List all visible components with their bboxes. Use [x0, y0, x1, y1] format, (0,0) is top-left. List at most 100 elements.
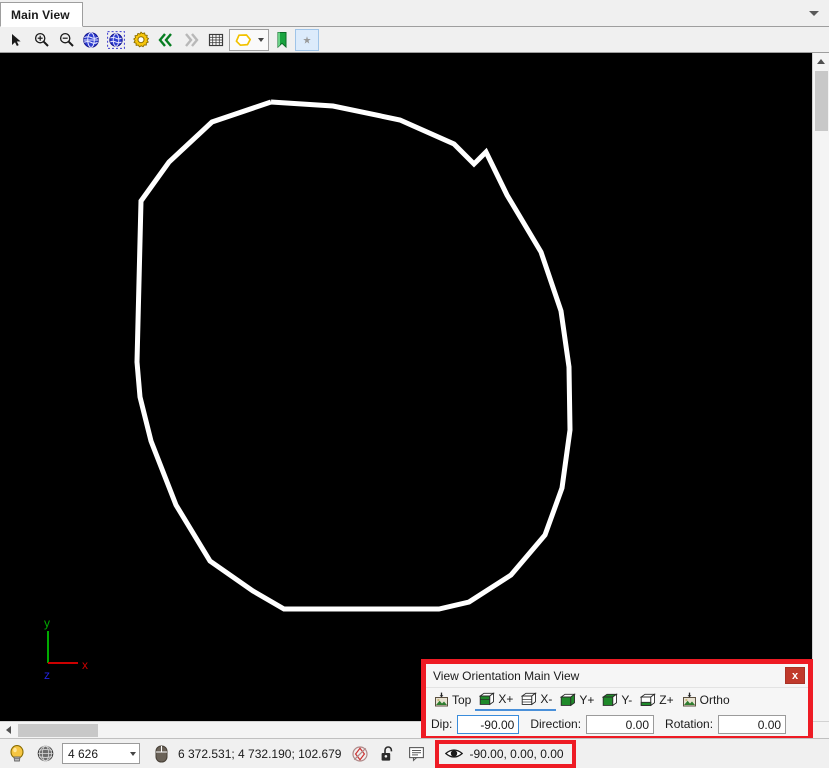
grid-tool[interactable]	[204, 29, 228, 51]
eye-icon	[445, 749, 464, 758]
horizontal-scroll-thumb[interactable]	[18, 723, 98, 737]
view-xminus-button[interactable]: X-	[517, 688, 557, 711]
3d-viewport[interactable]: y x z	[0, 53, 812, 721]
zoom-selection-tool[interactable]	[104, 29, 128, 51]
cube-yminus-icon	[602, 692, 619, 706]
message-log-button[interactable]	[403, 742, 429, 766]
view-xplus-label: X+	[498, 691, 514, 706]
vertical-scrollbar[interactable]	[812, 53, 829, 721]
star-tool[interactable]	[295, 28, 319, 51]
orientation-readout: -90.00, 0.00, 0.00	[469, 746, 564, 761]
bookmark-tool[interactable]	[270, 29, 294, 51]
cube-yplus-icon	[560, 692, 577, 706]
bookmark-green-icon	[277, 31, 287, 48]
zoom-in-icon	[34, 32, 49, 47]
snap-target-icon	[352, 745, 369, 762]
chevron-left-icon	[5, 726, 11, 734]
lightbulb-toggle[interactable]	[4, 742, 30, 766]
view-ortho-label: Ortho	[699, 692, 730, 707]
lightbulb-icon	[10, 744, 24, 761]
svg-text:x: x	[82, 658, 88, 672]
scale-combo[interactable]: 4 626	[62, 743, 140, 764]
wireframe-sphere-icon	[37, 745, 53, 762]
application-window: Main View y x z View Orientation Main Vi…	[0, 0, 829, 768]
chevron-down-icon	[809, 11, 819, 16]
mouse-icon	[155, 745, 167, 762]
coordinate-readout: 6 372.531; 4 732.190; 102.679	[178, 746, 342, 761]
axis-gizmo: y x z	[44, 616, 88, 682]
closed-polygon-outline	[134, 99, 573, 612]
view-yminus-button[interactable]: Y-	[598, 689, 636, 710]
rotation-label: Rotation:	[665, 717, 714, 731]
double-chevron-right-icon	[185, 32, 199, 47]
view-yplus-button[interactable]: Y+	[556, 689, 598, 710]
chevron-down-icon[interactable]	[130, 751, 136, 756]
scroll-left-button[interactable]	[0, 722, 16, 739]
orientation-field-row: Dip: -90.00 Direction: 0.00 Rotation: 0.…	[426, 711, 808, 737]
cursor-arrow-icon	[12, 33, 21, 46]
globe-select-icon	[107, 30, 125, 49]
view-yminus-label: Y-	[621, 692, 633, 707]
chevron-up-icon	[817, 58, 825, 64]
tab-bar: Main View	[0, 0, 829, 27]
direction-field[interactable]: 0.00	[586, 714, 655, 734]
message-icon	[409, 747, 424, 762]
mouse-position-indicator	[148, 742, 174, 766]
gear-icon	[133, 31, 150, 47]
view-top-button[interactable]: Top	[430, 689, 475, 710]
view-ortho-button[interactable]: Ortho	[678, 689, 734, 710]
view-xminus-label: X-	[540, 691, 553, 706]
ortho-view-icon	[682, 692, 696, 707]
view-row: y x z	[0, 53, 829, 721]
view-toolbar	[0, 27, 829, 53]
scroll-up-button[interactable]	[812, 53, 829, 69]
cube-xminus-icon	[521, 691, 538, 705]
svg-text:y: y	[44, 616, 50, 630]
view-orientation-status[interactable]: -90.00, 0.00, 0.00	[435, 739, 576, 768]
step-back-tool[interactable]	[154, 29, 178, 51]
close-icon: x	[791, 669, 799, 682]
dip-field[interactable]: -90.00	[457, 714, 520, 734]
polygon-select-tool[interactable]	[229, 28, 269, 51]
viewport-graphics: y x z	[44, 99, 573, 682]
star-icon	[303, 35, 311, 44]
status-bar: 4 626 6 372.531; 4 732.190; 102.679 -90.…	[0, 738, 829, 768]
zoom-all-tool[interactable]	[79, 29, 103, 51]
dialog-close-button[interactable]: x	[785, 667, 805, 684]
dialog-title-bar[interactable]: View Orientation Main View x	[426, 664, 808, 688]
direction-label: Direction:	[530, 717, 582, 731]
lock-toggle[interactable]	[375, 742, 401, 766]
vertical-scroll-thumb[interactable]	[814, 71, 828, 131]
view-orientation-dialog[interactable]: View Orientation Main View x Top X+ X- Y…	[422, 660, 812, 740]
view-settings-tool[interactable]	[129, 29, 153, 51]
rotation-field[interactable]: 0.00	[718, 714, 787, 734]
chevron-down-icon[interactable]	[257, 37, 264, 42]
zoom-out-tool[interactable]	[54, 29, 78, 51]
double-chevron-left-icon	[158, 32, 172, 47]
view-zplus-button[interactable]: Z+	[636, 689, 677, 710]
tab-main-view[interactable]: Main View	[0, 2, 83, 27]
view-yplus-label: Y+	[579, 692, 595, 707]
dip-label: Dip:	[431, 717, 453, 731]
snap-toggle[interactable]	[347, 742, 373, 766]
tab-list-menu-button[interactable]	[803, 1, 825, 26]
view-xplus-button[interactable]: X+	[475, 688, 518, 711]
grid-icon	[208, 33, 224, 46]
zoom-out-icon	[59, 32, 74, 47]
step-forward-tool[interactable]	[179, 29, 203, 51]
scale-value: 4 626	[68, 746, 99, 761]
zoom-in-tool[interactable]	[29, 29, 53, 51]
polygon-icon	[235, 33, 252, 46]
orientation-button-row: Top X+ X- Y+ Y- Z+ Ortho	[426, 688, 808, 711]
top-view-icon	[435, 692, 448, 707]
sphere-display-toggle[interactable]	[32, 742, 58, 766]
svg-text:z: z	[44, 668, 50, 682]
globe-icon	[83, 31, 99, 48]
view-zplus-label: Z+	[659, 692, 674, 707]
cube-zplus-icon	[640, 692, 657, 706]
dialog-title: View Orientation Main View	[433, 668, 580, 683]
select-arrow-tool[interactable]	[4, 29, 28, 51]
padlock-open-icon	[382, 745, 393, 761]
view-top-label: Top	[452, 692, 472, 707]
view-area: y x z View Orientation Main View x Top X…	[0, 53, 829, 740]
